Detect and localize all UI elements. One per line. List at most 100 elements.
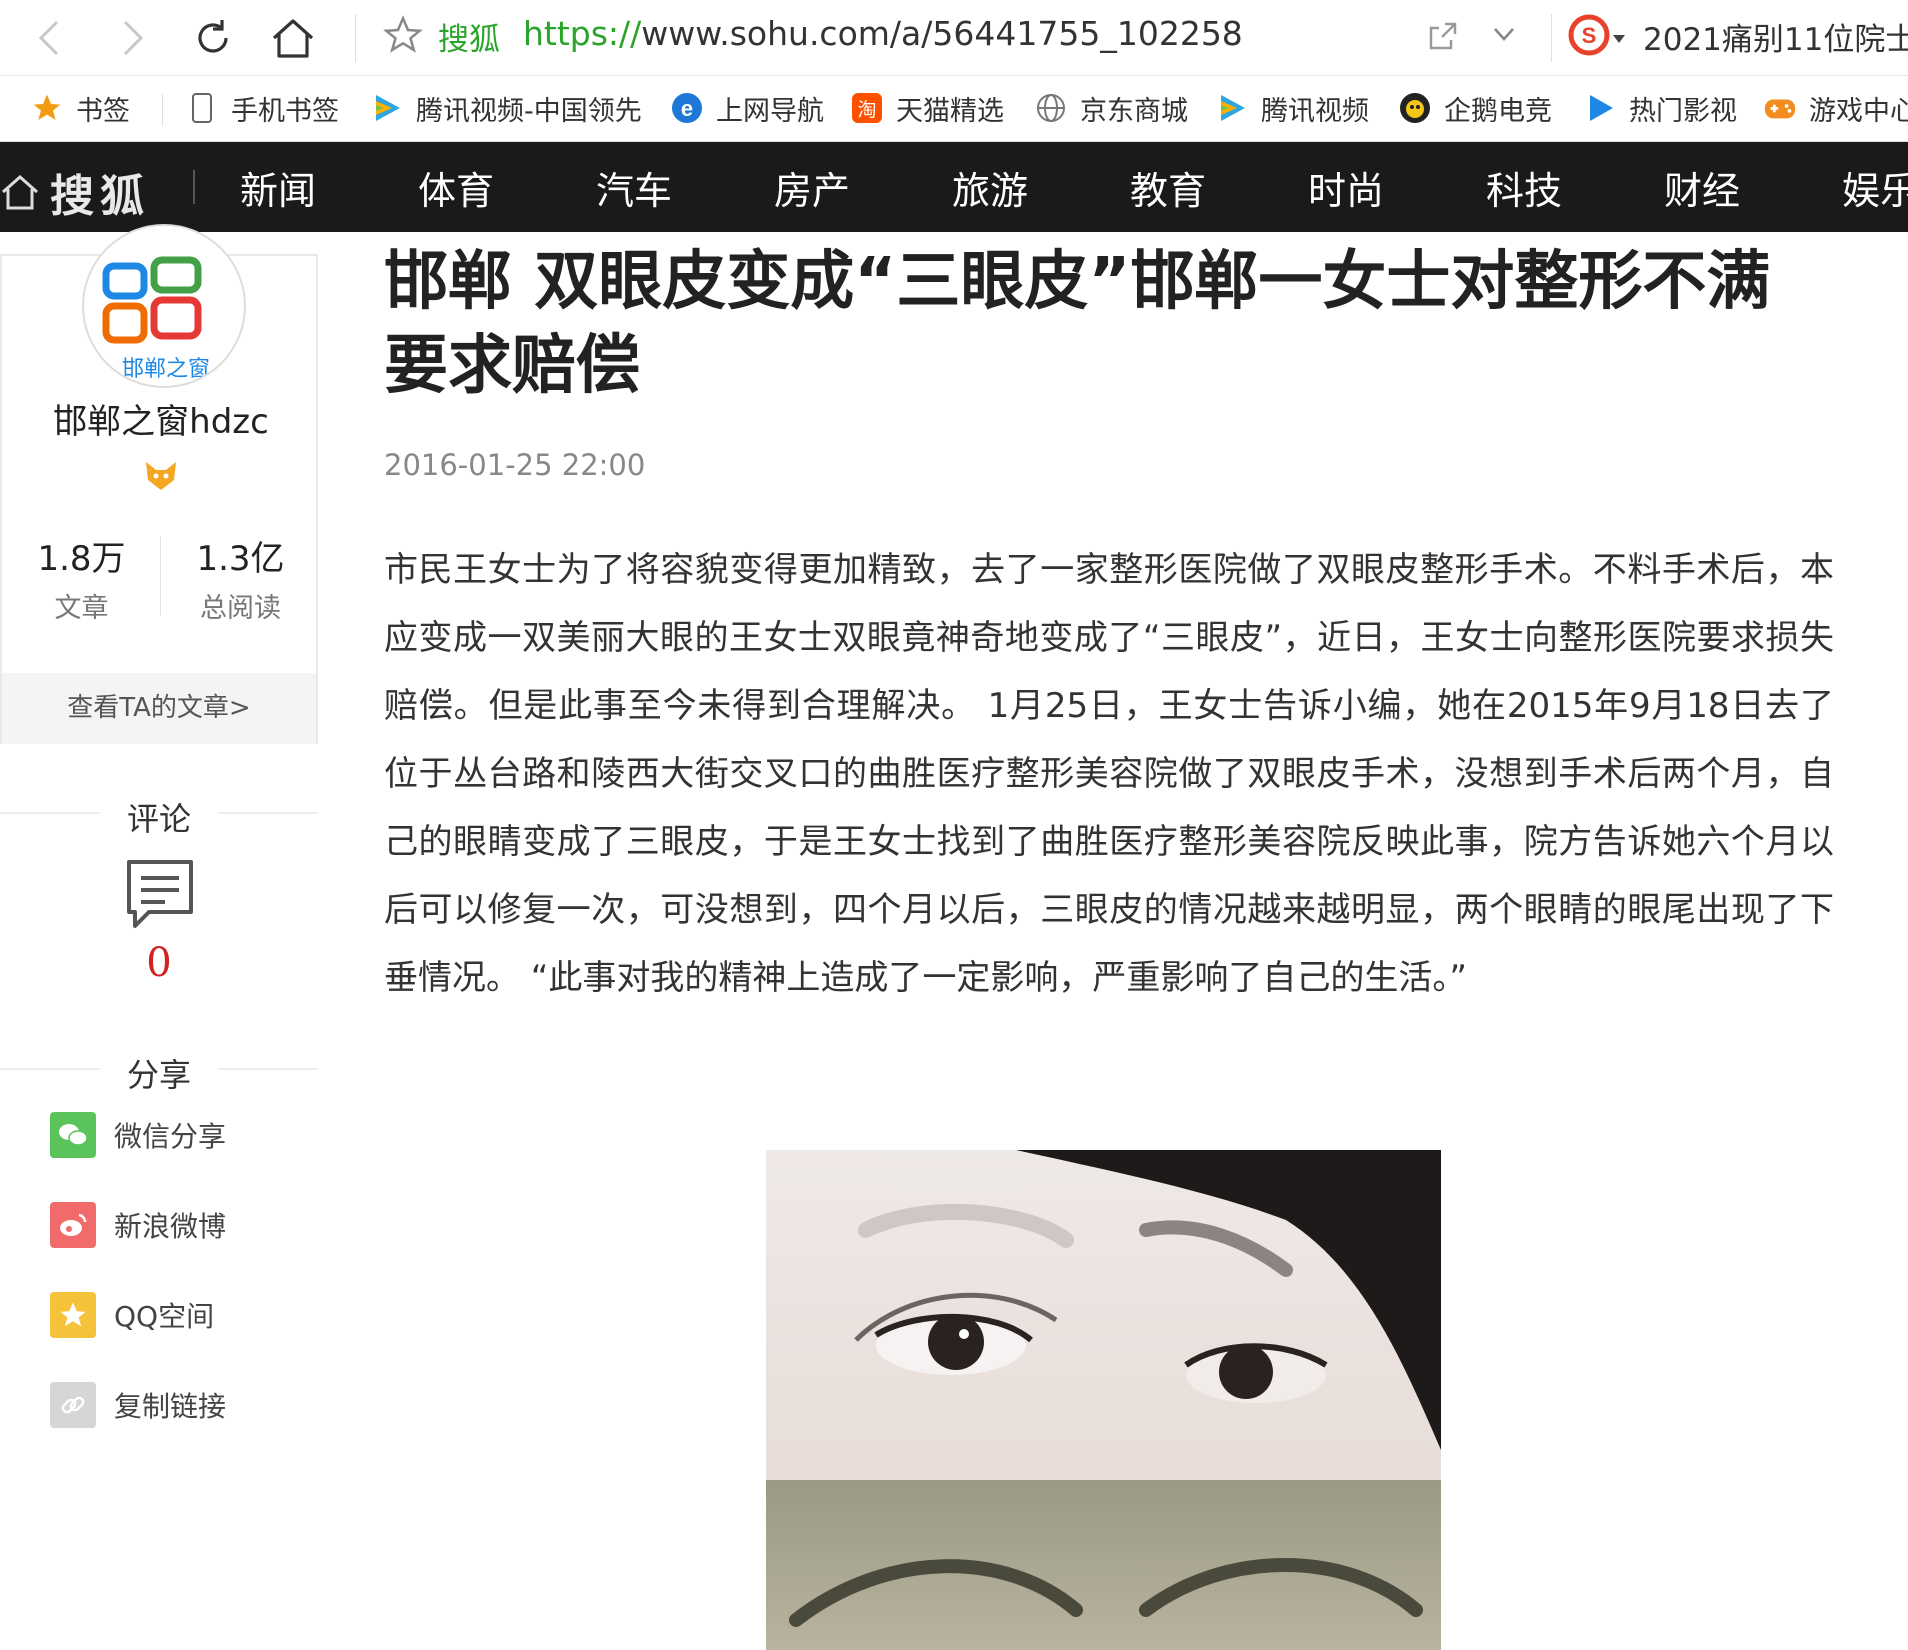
- avatar[interactable]: 邯郸之窗: [82, 224, 246, 388]
- article-body: 市民王女士为了将容貌变得更加精致，去了一家整形医院做了双眼皮整形手术。不料手术后…: [384, 550, 1834, 998]
- view-articles-link[interactable]: 查看TA的文章>: [2, 673, 316, 744]
- nav-item-auto[interactable]: 汽车: [596, 160, 672, 215]
- share-page-icon[interactable]: [1427, 20, 1459, 56]
- link-icon: [50, 1382, 96, 1428]
- share-weibo-button[interactable]: 新浪微博: [50, 1202, 226, 1248]
- hot-search-text[interactable]: 2021痛别11位院士: [1643, 14, 1908, 59]
- bookmark-item[interactable]: 腾讯视频-中国领先: [370, 88, 642, 128]
- bookmarks-bar: 书签 手机书签 腾讯视频-中国领先 e 上网导航 淘 天猫精选 京东商城 腾讯视…: [0, 76, 1908, 142]
- share-label: QQ空间: [114, 1300, 215, 1333]
- comment-count[interactable]: 0: [0, 940, 318, 986]
- search-engine-dropdown-icon[interactable]: [1612, 30, 1626, 49]
- comments-title: 评论: [126, 800, 191, 838]
- stat-articles: 1.8万 文章: [2, 531, 161, 625]
- svg-text:淘: 淘: [857, 99, 876, 121]
- bookmark-label: 热门影视: [1629, 95, 1737, 127]
- nav-item-realestate[interactable]: 房产: [774, 160, 850, 215]
- back-button[interactable]: [22, 10, 78, 66]
- bookmark-label: 企鹅电竞: [1444, 95, 1552, 127]
- tencent-video-icon: [370, 91, 404, 125]
- sohu-fox-badge-icon: [142, 456, 180, 494]
- bookmark-label: 腾讯视频: [1261, 95, 1369, 127]
- article-date: 2016-01-25 22:00: [384, 448, 646, 482]
- url-protocol: https://: [523, 14, 642, 53]
- site-label: 搜狐: [438, 22, 500, 58]
- bookmark-label: 京东商城: [1080, 95, 1188, 127]
- reload-icon: [198, 20, 228, 53]
- bookmark-label: 天猫精选: [896, 95, 1004, 127]
- nav-item-entertainment[interactable]: 娱乐: [1842, 160, 1908, 215]
- reload-button[interactable]: [185, 10, 241, 66]
- browser-window: 搜狐 https://www.sohu.com/a/56441755_10225…: [0, 0, 1908, 1650]
- dropdown-chevron-icon[interactable]: [1490, 20, 1518, 52]
- nav-item-education[interactable]: 教育: [1130, 160, 1206, 215]
- svg-text:S: S: [1582, 23, 1597, 48]
- share-wechat-button[interactable]: 微信分享: [50, 1112, 226, 1158]
- nav-item-finance[interactable]: 财经: [1664, 160, 1740, 215]
- home-icon: [2, 174, 38, 210]
- nav-item-sports[interactable]: 体育: [418, 160, 494, 215]
- sogou-search-icon[interactable]: S: [1568, 14, 1610, 56]
- nav-item-travel[interactable]: 旅游: [952, 160, 1028, 215]
- forward-button[interactable]: [104, 10, 160, 66]
- forward-arrow-icon: [123, 20, 144, 56]
- nav-item-news[interactable]: 新闻: [240, 160, 316, 215]
- phone-icon: [185, 91, 219, 125]
- bookmark-label: 上网导航: [716, 95, 824, 127]
- toolbar-divider-right: [1551, 14, 1552, 62]
- share-title: 分享: [126, 1056, 191, 1094]
- qzone-icon: [50, 1292, 96, 1338]
- wechat-icon: [50, 1112, 96, 1158]
- ie-icon: e: [670, 91, 704, 125]
- stat-number: 1.3亿: [196, 539, 285, 579]
- favorite-star-icon[interactable]: [383, 15, 423, 59]
- globe-icon: [1034, 91, 1068, 125]
- nav-item-fashion[interactable]: 时尚: [1308, 160, 1384, 215]
- bookmark-item[interactable]: 企鹅电竞: [1398, 88, 1552, 128]
- share-label: 新浪微博: [114, 1210, 227, 1243]
- avatar-text: 邯郸之窗: [122, 357, 210, 382]
- home-icon: [272, 19, 314, 58]
- bookmark-item[interactable]: e 上网导航: [670, 88, 824, 128]
- penguin-esports-icon: [1398, 91, 1432, 125]
- bookmark-label: 腾讯视频-中国领先: [416, 95, 642, 127]
- star-icon: [30, 91, 64, 125]
- share-label: 复制链接: [114, 1390, 227, 1423]
- bookmark-item[interactable]: 书签: [30, 88, 130, 128]
- bookmark-item[interactable]: 腾讯视频: [1215, 88, 1369, 128]
- article-title: 邯郸 双眼皮变成“三眼皮”邯郸一女士对整形不满要求赔偿: [384, 245, 1771, 403]
- site-nav-bar: 搜狐 新闻 体育 汽车 房产 旅游 教育 时尚 科技 财经 娱乐: [0, 142, 1908, 232]
- bookmark-label: 游戏中心: [1809, 95, 1908, 127]
- stat-label: 总阅读: [200, 593, 281, 624]
- tencent-video-icon: [1215, 91, 1249, 125]
- sohu-logo[interactable]: 搜狐: [0, 160, 150, 224]
- play-icon: [1583, 91, 1617, 125]
- share-qzone-button[interactable]: QQ空间: [50, 1292, 214, 1338]
- bookmark-item[interactable]: 京东商城: [1034, 88, 1188, 128]
- bookmark-item[interactable]: 淘 天猫精选: [850, 88, 1004, 128]
- gamepad-icon: [1763, 91, 1797, 125]
- toolbar-divider: [355, 14, 356, 62]
- address-bar: 搜狐 https://www.sohu.com/a/56441755_10225…: [0, 0, 1908, 76]
- svg-text:e: e: [681, 96, 693, 121]
- tmall-icon: 淘: [850, 91, 884, 125]
- bookmark-item[interactable]: 游戏中心: [1763, 88, 1908, 128]
- home-button[interactable]: [265, 10, 321, 66]
- url-path: www.sohu.com/a/56441755_102258: [641, 14, 1243, 53]
- stat-total-reads: 1.3亿 总阅读: [161, 531, 320, 625]
- share-label: 微信分享: [114, 1120, 227, 1153]
- bookmark-item[interactable]: 手机书签: [185, 88, 339, 128]
- stat-label: 文章: [54, 593, 109, 624]
- nav-item-tech[interactable]: 科技: [1486, 160, 1562, 215]
- back-arrow-icon: [38, 20, 59, 56]
- copy-link-button[interactable]: 复制链接: [50, 1382, 226, 1428]
- bookmark-item[interactable]: 热门影视: [1583, 88, 1737, 128]
- avatar-window-logo: 邯郸之窗: [102, 256, 210, 382]
- logo-divider: [193, 170, 195, 204]
- url-field[interactable]: https://www.sohu.com/a/56441755_102258: [523, 14, 1243, 53]
- comment-icon[interactable]: [125, 858, 195, 934]
- bookmark-label: 手机书签: [231, 95, 339, 127]
- author-card: 邯郸之窗 邯郸之窗hdzc 1.8万 文章 1.3亿 总阅读 查看TA的文章>: [0, 224, 320, 744]
- author-name[interactable]: 邯郸之窗hdzc: [2, 394, 320, 443]
- logo-text: 搜狐: [50, 171, 150, 222]
